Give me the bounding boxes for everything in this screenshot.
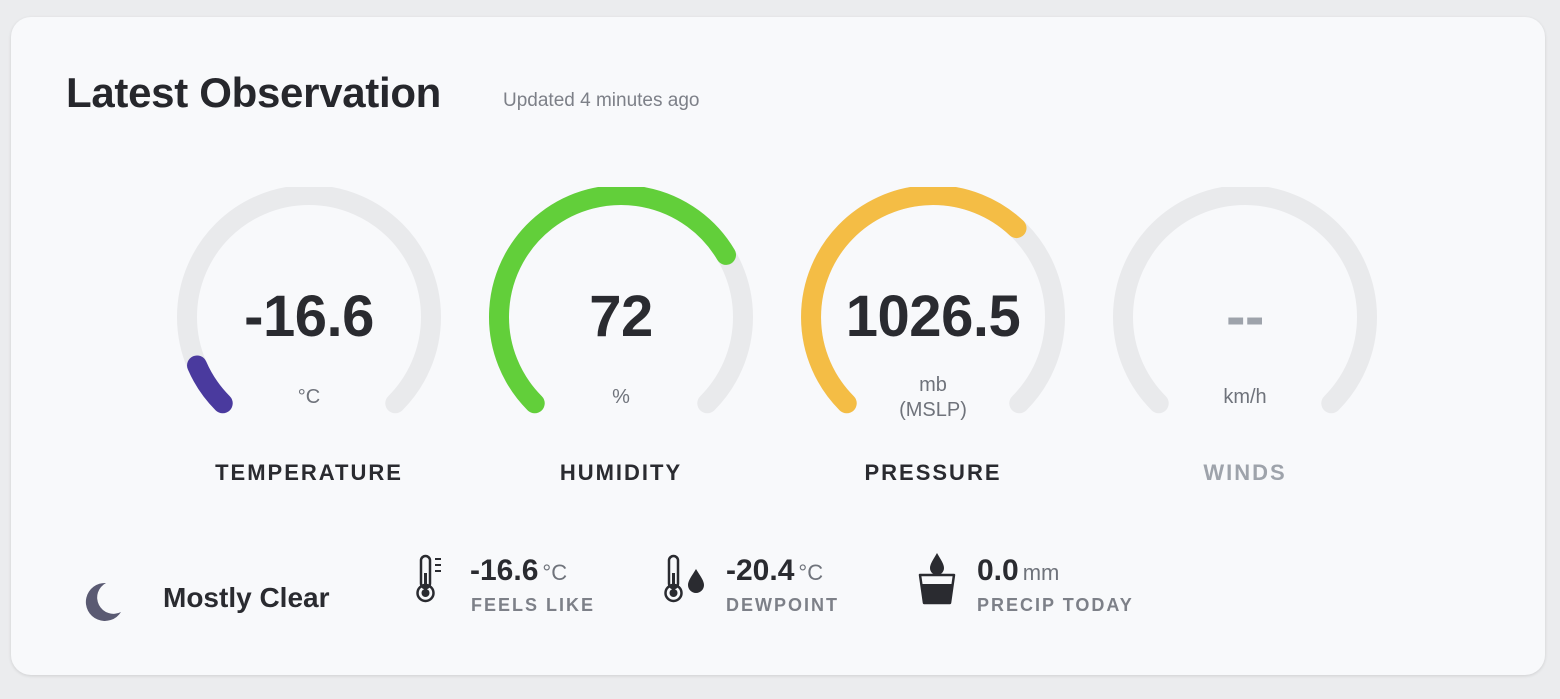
temperature-unit: °C [297, 386, 321, 408]
thermometer-icon [416, 554, 441, 603]
moon-icon [85, 582, 121, 621]
temperature-gauge: -16.6 °C TEMPERATURE [169, 187, 449, 487]
feels-like-label: FEELS LIKE [471, 595, 596, 615]
precip-label: PRECIP TODAY [977, 595, 1134, 615]
dewpoint-value: -20.4 °C [726, 554, 823, 588]
humidity-gauge: 72 % HUMIDITY [481, 187, 761, 487]
precip-number: 0.0 [977, 554, 1019, 587]
condition-text: Mostly Clear [163, 582, 330, 613]
dewpoint-unit: °C [798, 560, 824, 585]
temperature-value: -16.6 [244, 284, 374, 349]
pressure-unit: mb (MSLP) [793, 373, 1073, 423]
humidity-label: HUMIDITY [559, 460, 683, 485]
pressure-value: 1026.5 [845, 284, 1021, 349]
pressure-unit-secondary: (MSLP) [899, 399, 967, 421]
feels-like-unit: °C [542, 560, 568, 585]
pressure-gauge: 1026.5 mb (MSLP) PRESSURE [793, 187, 1073, 487]
winds-value: -- [1226, 284, 1264, 349]
feels-like-number: -16.6 [470, 554, 539, 587]
dewpoint-number: -20.4 [726, 554, 795, 587]
humidity-value: 72 [589, 284, 653, 349]
winds-gauge: -- km/h WINDS [1105, 187, 1385, 487]
winds-unit: km/h [1223, 386, 1267, 408]
precip-value: 0.0 mm [977, 554, 1059, 588]
feels-like-value: -16.6 °C [470, 554, 567, 588]
dewpoint-icon [664, 554, 704, 603]
precip-cup-icon [918, 553, 956, 605]
precip-unit: mm [1022, 560, 1060, 585]
dewpoint-label: DEWPOINT [726, 595, 839, 615]
winds-label: WINDS [1203, 460, 1287, 485]
page-title: Latest Observation [66, 69, 442, 116]
pressure-unit-primary: mb [919, 374, 947, 396]
temperature-label: TEMPERATURE [215, 460, 403, 485]
pressure-label: PRESSURE [864, 460, 1002, 485]
humidity-unit: % [612, 386, 630, 408]
updated-timestamp: Updated 4 minutes ago [503, 90, 700, 111]
latest-observation-card: Latest Observation Updated 4 minutes ago… [11, 17, 1545, 675]
